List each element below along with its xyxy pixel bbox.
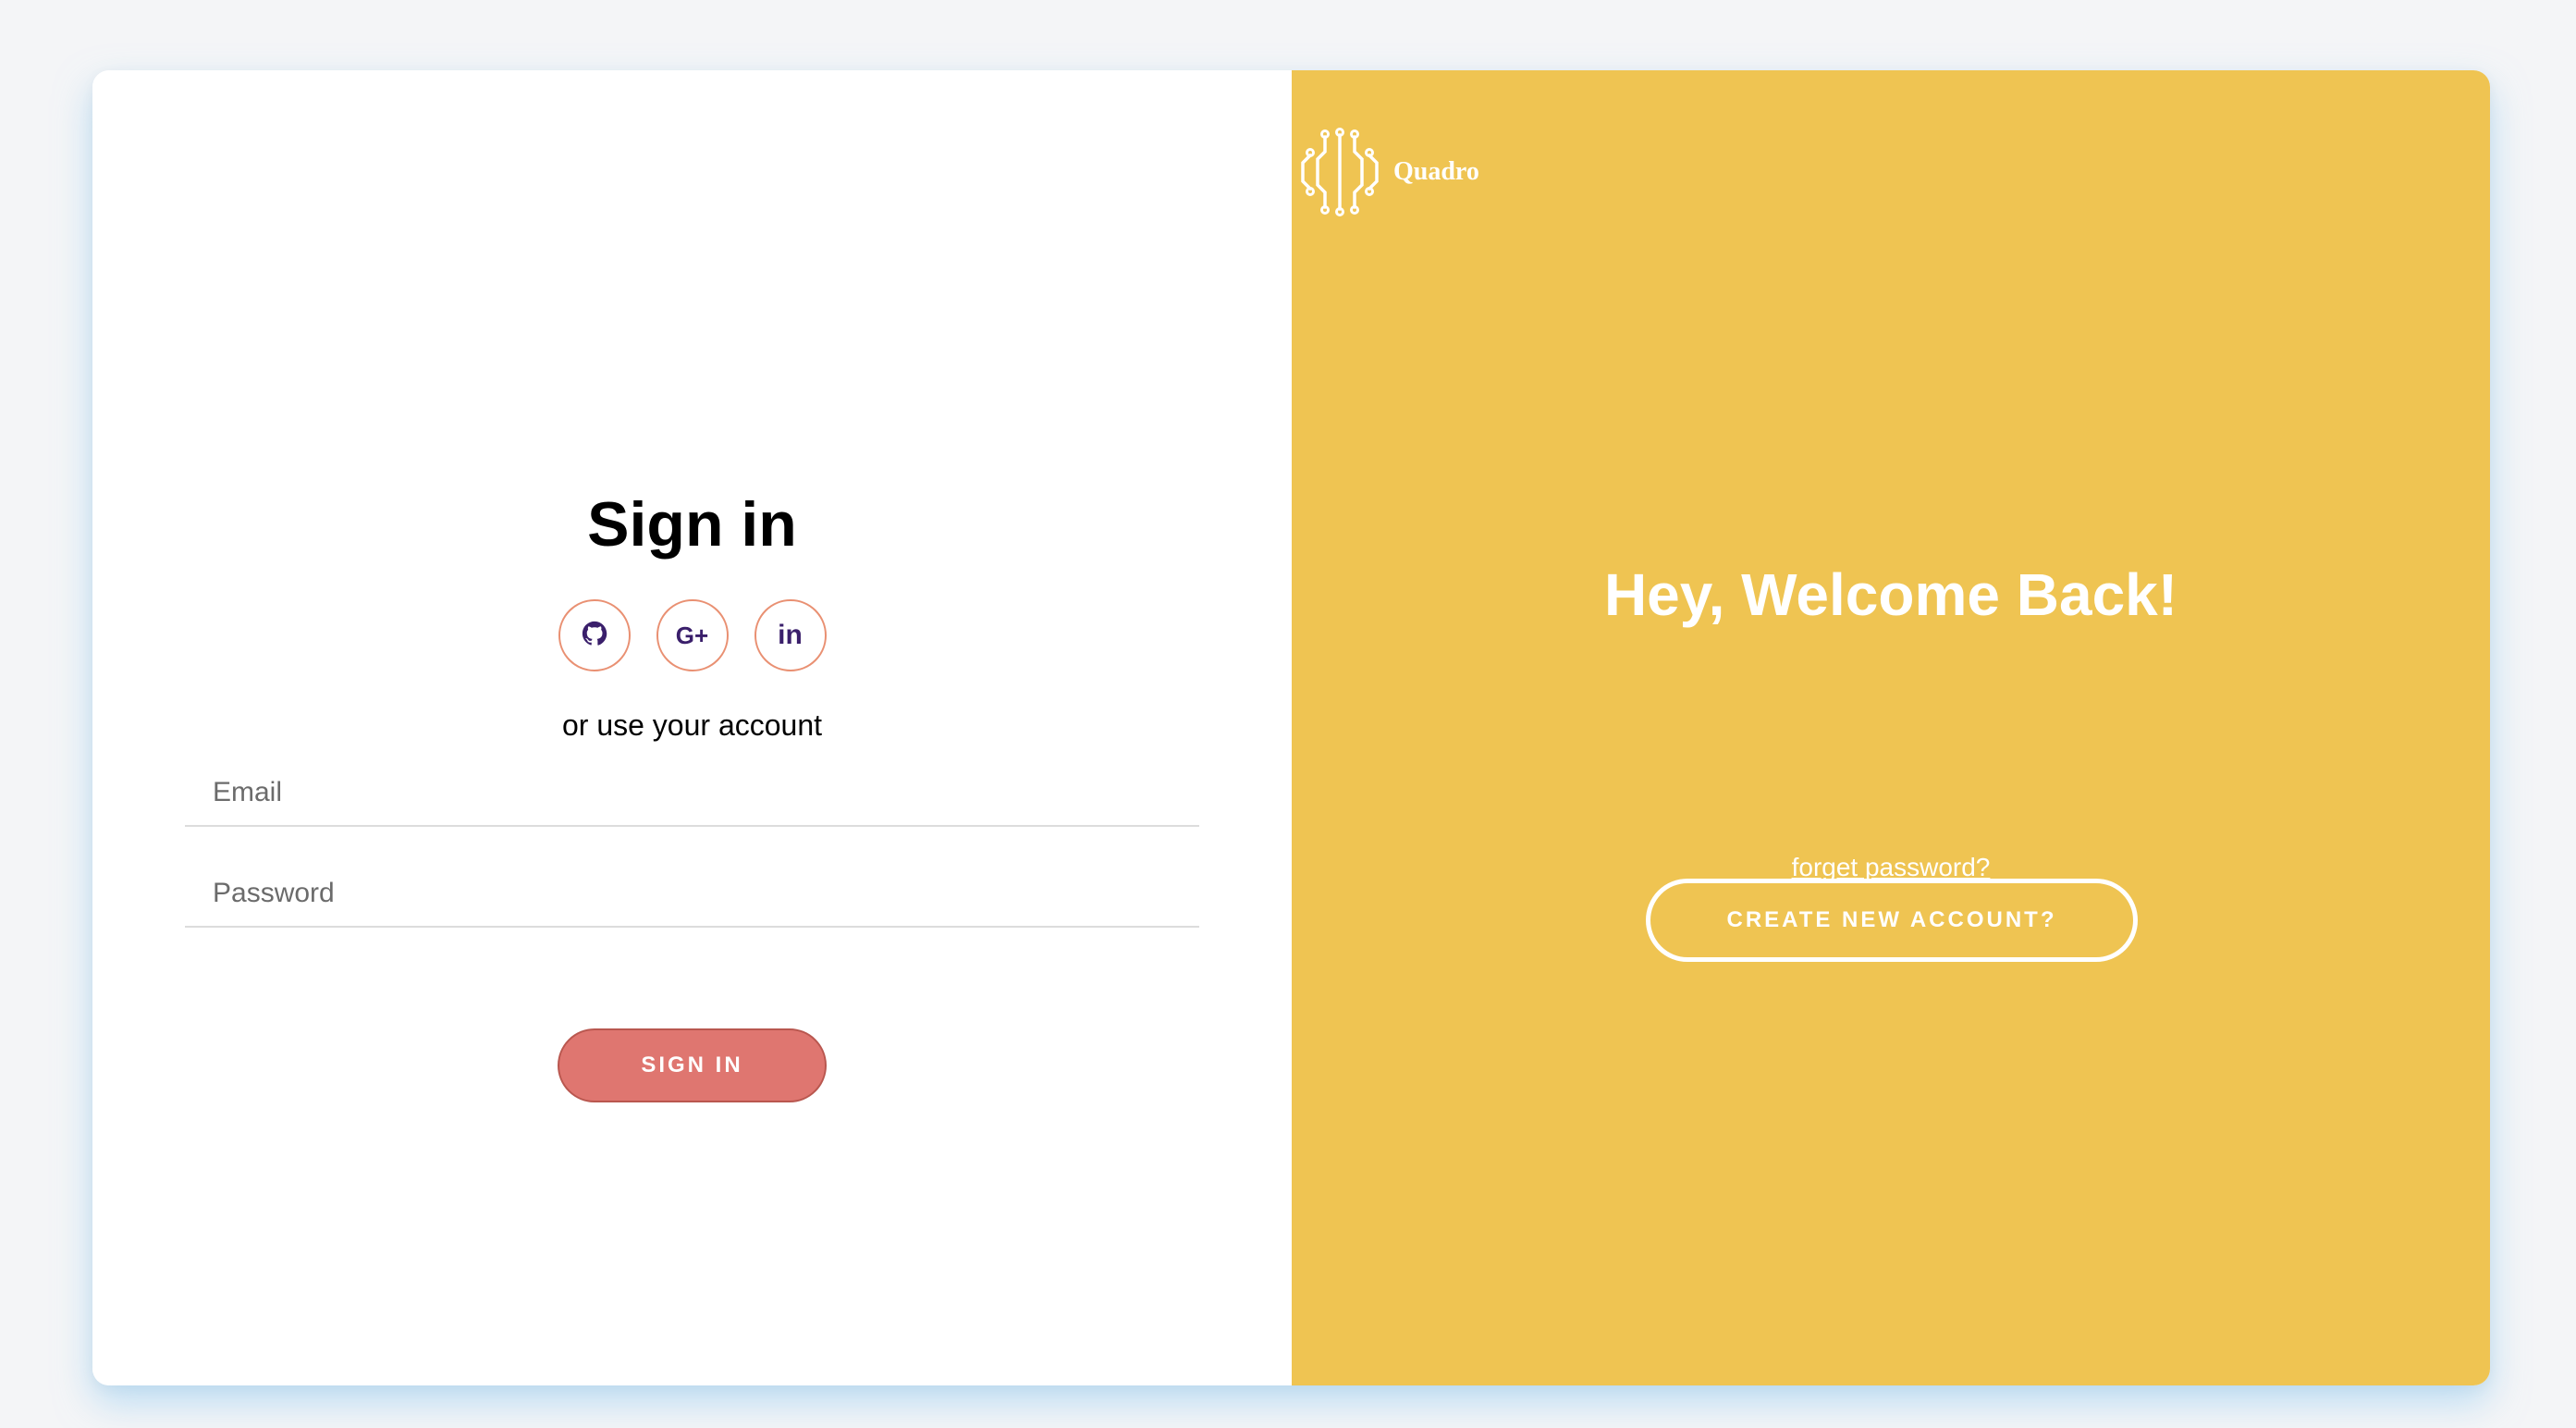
google-plus-login-button[interactable]: G+ bbox=[656, 599, 729, 671]
linkedin-login-button[interactable]: in bbox=[754, 599, 827, 671]
sign-in-button[interactable]: SIGN IN bbox=[558, 1028, 827, 1102]
google-plus-icon: G+ bbox=[675, 621, 709, 649]
social-login-group: G+ in bbox=[92, 599, 1292, 671]
github-icon bbox=[581, 620, 608, 652]
brand-name: Quadro bbox=[1393, 157, 1479, 186]
create-account-button[interactable]: CREATE NEW ACCOUNT? bbox=[1646, 879, 2138, 962]
email-field[interactable] bbox=[185, 760, 1199, 827]
github-login-button[interactable] bbox=[558, 599, 631, 671]
signin-title: Sign in bbox=[587, 489, 797, 560]
welcome-heading: Hey, Welcome Back! bbox=[1603, 561, 2178, 628]
signin-panel: Sign in G+ in or use your account SIGN I… bbox=[92, 70, 1292, 1385]
password-field[interactable] bbox=[185, 861, 1199, 928]
alternate-login-text: or use your account bbox=[561, 708, 823, 742]
linkedin-icon: in bbox=[778, 620, 803, 650]
auth-card: Sign in G+ in or use your account SIGN I… bbox=[92, 70, 2490, 1385]
welcome-panel: Quadro Hey, Welcome Back! forget passwor… bbox=[1292, 70, 2490, 1385]
circuit-logo-icon bbox=[1301, 128, 1379, 216]
brand-logo: Quadro bbox=[1299, 128, 1479, 216]
